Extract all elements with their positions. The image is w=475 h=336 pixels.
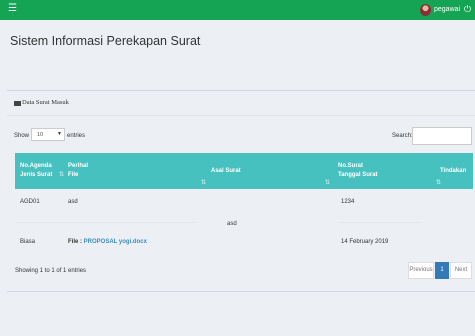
table-info: Showing 1 to 1 of 1 entries — [15, 268, 87, 274]
column-header-label: Asal Surat — [211, 168, 241, 174]
header-divider — [7, 90, 475, 91]
cell-tanggal-surat: 14 February 2019 — [341, 239, 389, 245]
chevron-down-icon: ▼ — [57, 131, 62, 137]
file-label: File : — [68, 239, 84, 245]
cell-file: File : PROPOSAL yogi.docx — [68, 238, 147, 246]
top-navbar: ☰ pegawai ⏻ — [0, 0, 475, 20]
envelope-icon — [14, 101, 21, 106]
sort-icon: ⇅ — [325, 180, 331, 186]
cell-asal-surat: asd — [227, 221, 237, 227]
previous-page-button[interactable]: Previous — [408, 262, 434, 279]
column-header-label: Jenis Surat — [20, 172, 53, 178]
column-header-asal[interactable]: Asal Surat — [211, 167, 241, 176]
length-value: 10 — [37, 132, 44, 138]
column-header-label: Tanggal Surat — [338, 172, 378, 178]
cell-perihal: asd — [68, 199, 78, 205]
cell-no-agenda: AGD01 — [20, 199, 40, 205]
entries-label: entries — [67, 133, 86, 139]
content-divider — [7, 291, 475, 292]
column-header-label: Perihal — [68, 163, 89, 169]
next-page-button[interactable]: Next — [450, 262, 472, 279]
table-header: No.Agenda Jenis Surat ⇅ Perihal File ⇅ A… — [15, 153, 473, 189]
hamburger-menu-icon[interactable]: ☰ — [8, 3, 17, 15]
show-label: Show — [14, 133, 30, 139]
sort-icon: ⇅ — [201, 180, 207, 186]
box-header: Data Surat Masuk — [7, 92, 475, 116]
column-header-label: Tindakan — [440, 168, 467, 174]
box-title: Data Surat Masuk — [22, 99, 69, 106]
column-header-label: No.Surat — [338, 163, 364, 169]
cell-jenis-surat: Biasa — [20, 239, 36, 245]
page-title: Sistem Informasi Perekapan Surat — [10, 34, 201, 48]
sort-icon: ⇅ — [436, 180, 442, 186]
sort-asc-icon: ⇅ — [59, 172, 65, 178]
cell-no-surat: 1234 — [341, 199, 355, 205]
row-divider — [15, 222, 196, 223]
file-link[interactable]: PROPOSAL yogi.docx — [84, 239, 147, 245]
column-header-perihal[interactable]: Perihal File — [68, 162, 88, 180]
column-header-label: No.Agenda — [20, 163, 52, 169]
user-avatar[interactable] — [420, 4, 431, 16]
row-divider — [339, 222, 421, 223]
power-icon[interactable]: ⏻ — [464, 3, 471, 15]
column-header-tindakan[interactable]: Tindakan — [440, 167, 466, 176]
search-label: Search: — [392, 133, 413, 139]
user-name[interactable]: pegawai — [434, 5, 460, 15]
column-header-agenda[interactable]: No.Agenda Jenis Surat — [20, 162, 52, 180]
entries-length-select[interactable]: 10 ▼ — [31, 128, 65, 141]
search-input[interactable] — [412, 127, 472, 145]
page-1-button[interactable]: 1 — [435, 262, 449, 279]
column-header-label: File — [68, 172, 79, 178]
column-header-nosurat[interactable]: No.Surat Tanggal Surat — [338, 162, 378, 180]
